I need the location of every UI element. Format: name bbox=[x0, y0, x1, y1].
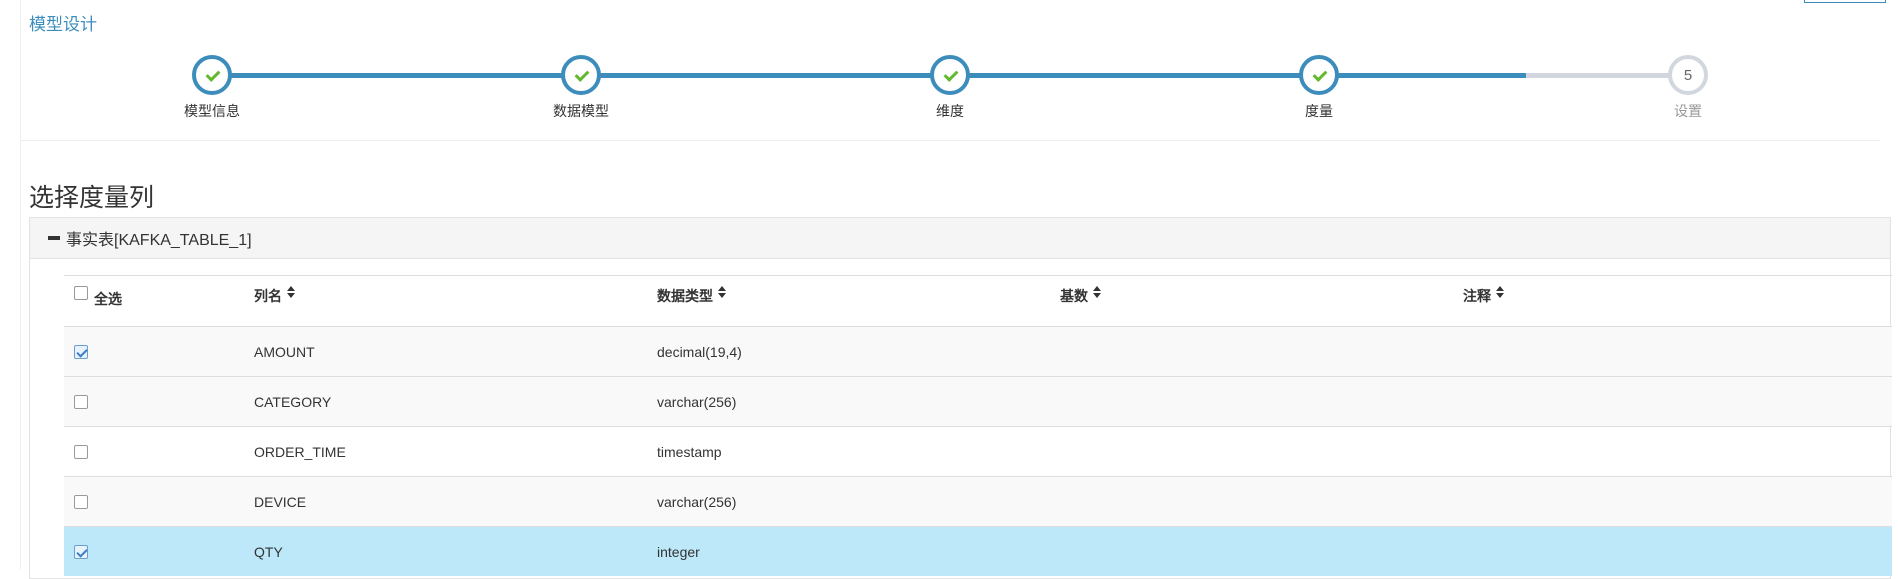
sort-icon bbox=[1093, 286, 1101, 298]
select-all-checkbox[interactable] bbox=[74, 286, 88, 300]
step-number: 5 bbox=[1683, 66, 1693, 84]
sort-icon bbox=[287, 286, 295, 298]
wizard-step-settings[interactable]: 5 设置 bbox=[1668, 55, 1708, 119]
check-icon bbox=[1312, 68, 1326, 82]
row-checkbox[interactable] bbox=[74, 444, 88, 459]
check-icon bbox=[943, 68, 957, 82]
column-name: ORDER_TIME bbox=[254, 443, 346, 460]
row-checkbox[interactable] bbox=[74, 394, 88, 409]
wizard-step-label: 度量 bbox=[1305, 103, 1333, 119]
wizard-step-data-model[interactable]: 数据模型 bbox=[553, 55, 609, 119]
wizard-step-dimensions[interactable]: 维度 bbox=[930, 55, 970, 119]
check-icon bbox=[205, 68, 219, 82]
row-checkbox[interactable] bbox=[74, 544, 88, 559]
select-all-label: 全选 bbox=[94, 291, 122, 307]
wizard-step-model-info[interactable]: 模型信息 bbox=[184, 55, 240, 119]
wizard-progress: 模型信息 数据模型 维度 度量 5 设置 bbox=[20, 0, 1880, 141]
panel-header[interactable]: 事实表[KAFKA_TABLE_1] bbox=[30, 218, 1890, 259]
sort-icon bbox=[718, 286, 726, 298]
measure-columns-table: 全选 列名 数据类型 基数 注释 AMOUNT decimal(19,4) CA… bbox=[64, 275, 1892, 576]
row-checkbox[interactable] bbox=[74, 494, 88, 509]
table-row[interactable]: CATEGORY varchar(256) bbox=[64, 376, 1892, 426]
wizard-step-label: 设置 bbox=[1674, 103, 1702, 119]
data-type: timestamp bbox=[657, 443, 722, 460]
section-title: 选择度量列 bbox=[29, 184, 155, 212]
column-header-cardinality[interactable]: 基数 bbox=[1060, 276, 1101, 326]
column-header-name[interactable]: 列名 bbox=[254, 276, 295, 326]
wizard-step-measures[interactable]: 度量 bbox=[1299, 55, 1339, 119]
column-name: DEVICE bbox=[254, 493, 307, 510]
wizard-step-label: 数据模型 bbox=[553, 103, 609, 119]
table-row[interactable]: ORDER_TIME timestamp bbox=[64, 426, 1892, 476]
check-icon bbox=[574, 68, 588, 82]
wizard-step-label: 模型信息 bbox=[184, 103, 240, 119]
sort-icon bbox=[1496, 286, 1504, 298]
panel-title: 事实表[KAFKA_TABLE_1] bbox=[66, 232, 252, 249]
fact-table-panel: 事实表[KAFKA_TABLE_1] 全选 列名 数据类型 基数 注释 AMOU… bbox=[29, 217, 1892, 579]
table-header-row: 全选 列名 数据类型 基数 注释 bbox=[64, 275, 1892, 326]
column-name: AMOUNT bbox=[254, 343, 315, 360]
data-type: decimal(19,4) bbox=[657, 343, 742, 360]
wizard-step-label: 维度 bbox=[936, 103, 964, 119]
collapse-icon[interactable] bbox=[48, 236, 60, 240]
data-type: varchar(256) bbox=[657, 493, 737, 510]
column-header-comment[interactable]: 注释 bbox=[1463, 276, 1504, 326]
row-checkbox[interactable] bbox=[74, 344, 88, 359]
data-type: varchar(256) bbox=[657, 393, 737, 410]
column-name: CATEGORY bbox=[254, 393, 332, 410]
table-row[interactable]: DEVICE varchar(256) bbox=[64, 476, 1892, 526]
column-header-type[interactable]: 数据类型 bbox=[657, 276, 726, 326]
table-row[interactable]: AMOUNT decimal(19,4) bbox=[64, 326, 1892, 376]
